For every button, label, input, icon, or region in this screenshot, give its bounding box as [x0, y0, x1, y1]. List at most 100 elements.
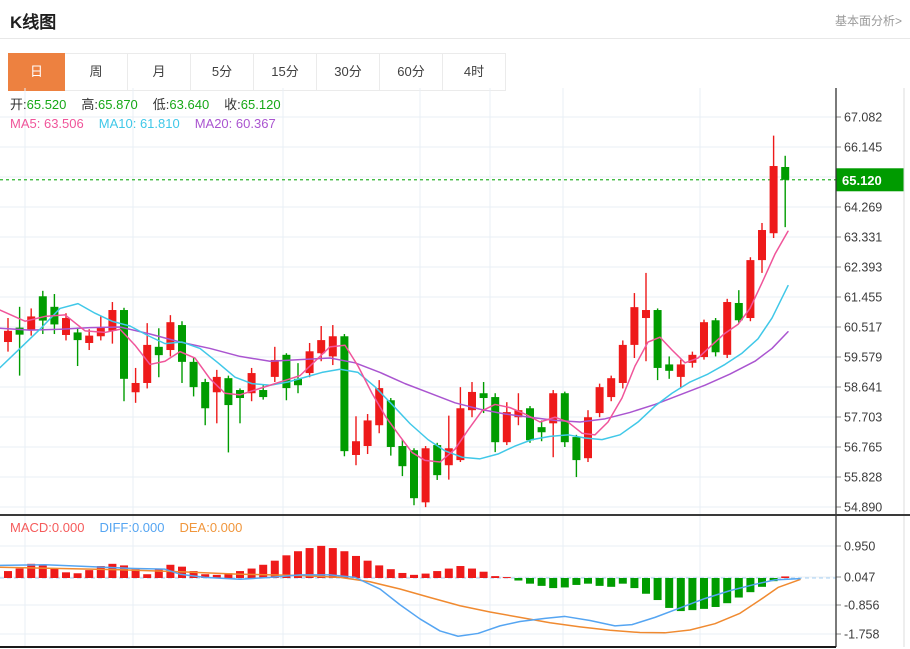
axis-tick-label: 67.082 [844, 111, 882, 125]
axis-tick-label: 0.047 [844, 571, 875, 585]
candle-body [410, 450, 418, 498]
macd-bar [422, 574, 430, 578]
macd-bar [398, 573, 406, 578]
candle-body [85, 336, 93, 343]
macd-bar [688, 578, 696, 610]
candle-body [770, 166, 778, 233]
candle-body [503, 412, 511, 442]
macd-bar [665, 578, 673, 608]
tab-4hour[interactable]: 4时 [443, 53, 506, 91]
macd-bar [306, 548, 314, 578]
macd-bar [514, 578, 522, 581]
macd-bar [62, 572, 70, 578]
close-readout: 收:65.120 [224, 94, 280, 113]
macd-bar [375, 565, 383, 578]
tab-week[interactable]: 周 [65, 53, 128, 91]
tab-60min[interactable]: 60分 [380, 53, 443, 91]
macd-bar [561, 578, 569, 587]
candle-body [677, 364, 685, 376]
candle-body [62, 318, 70, 335]
header-divider [0, 38, 910, 39]
candle-body [271, 360, 279, 377]
macd-bar [108, 564, 116, 578]
macd-bar [352, 556, 360, 578]
macd-bar [16, 569, 24, 578]
macd-bar [619, 578, 627, 584]
ma20-readout: MA20: 60.367 [195, 116, 276, 131]
candle-body [364, 420, 372, 446]
current-price-tag-label: 65.120 [842, 173, 882, 188]
candle-body [665, 364, 673, 370]
axis-tick-label: 54.890 [844, 501, 882, 515]
candle-body [642, 310, 650, 318]
candle-body [4, 331, 12, 342]
axis-tick-label: 58.641 [844, 381, 882, 395]
tab-month[interactable]: 月 [128, 53, 191, 91]
candle-body [398, 446, 406, 466]
macd-bar [364, 561, 372, 578]
macd-legend: MACD:0.000 DIFF:0.000 DEA:0.000 [10, 520, 257, 535]
macd-bar [143, 574, 151, 578]
candle-body [201, 382, 209, 408]
tab-day[interactable]: 日 [8, 53, 65, 91]
page-title: K线图 [10, 8, 56, 33]
macd-bar [549, 578, 557, 588]
macd-bar [248, 569, 256, 578]
macd-bar [526, 578, 534, 584]
macd-bar [155, 569, 163, 578]
kline-chart-svg[interactable]: 67.08266.14564.26963.33162.39361.45560.5… [0, 88, 910, 649]
candle-body [120, 310, 128, 379]
macd-bar [491, 576, 499, 578]
tab-5min[interactable]: 5分 [191, 53, 254, 91]
axis-tick-label: 57.703 [844, 411, 882, 425]
candle-body [735, 303, 743, 320]
macd-bar [433, 571, 441, 578]
candle-body [619, 345, 627, 383]
candle-body [456, 408, 464, 460]
axis-tick-label: 0.950 [844, 540, 875, 554]
macd-bar [607, 578, 615, 587]
macd-bar [317, 546, 325, 578]
macd-bar [630, 578, 638, 588]
macd-bar [584, 578, 592, 584]
low-readout: 低:63.640 [153, 94, 209, 113]
candle-body [259, 390, 267, 397]
macd-bar [85, 570, 93, 578]
macd-bar [445, 569, 453, 578]
candle-body [712, 320, 720, 352]
candle-body [526, 408, 534, 440]
fundamental-analysis-link[interactable]: 基本面分析> [835, 12, 902, 29]
ma5-readout: MA5: 63.506 [10, 116, 84, 131]
open-readout: 开:65.520 [10, 94, 66, 113]
macd-readout: MACD:0.000 [10, 520, 84, 535]
macd-bar [27, 564, 35, 578]
axis-tick-label: 59.579 [844, 351, 882, 365]
candle-body [190, 362, 198, 387]
axis-tick-label: 61.455 [844, 291, 882, 305]
axis-tick-label: 66.145 [844, 141, 882, 155]
ma5-line [0, 231, 788, 462]
axis-tick-label: 64.269 [844, 201, 882, 215]
tab-15min[interactable]: 15分 [254, 53, 317, 91]
ma-legend: MA5: 63.506 MA10: 61.810 MA20: 60.367 [10, 116, 291, 131]
candle-body [746, 260, 754, 318]
macd-bar [294, 551, 302, 578]
candle-body [758, 230, 766, 260]
macd-bar [654, 578, 662, 600]
macd-bar [387, 569, 395, 578]
tab-30min[interactable]: 30分 [317, 53, 380, 91]
candle-body [572, 437, 580, 460]
macd-bar [596, 578, 604, 586]
macd-bar [781, 576, 789, 578]
candle-body [723, 302, 731, 355]
macd-bar [410, 575, 418, 578]
candle-body [317, 340, 325, 353]
dea-readout: DEA:0.000 [179, 520, 242, 535]
macd-bar [329, 548, 337, 578]
macd-bar [572, 578, 580, 585]
macd-bar [480, 572, 488, 578]
axis-tick-label: 62.393 [844, 261, 882, 275]
macd-bar [39, 565, 47, 578]
macd-bar [712, 578, 720, 607]
candle-body [480, 393, 488, 398]
